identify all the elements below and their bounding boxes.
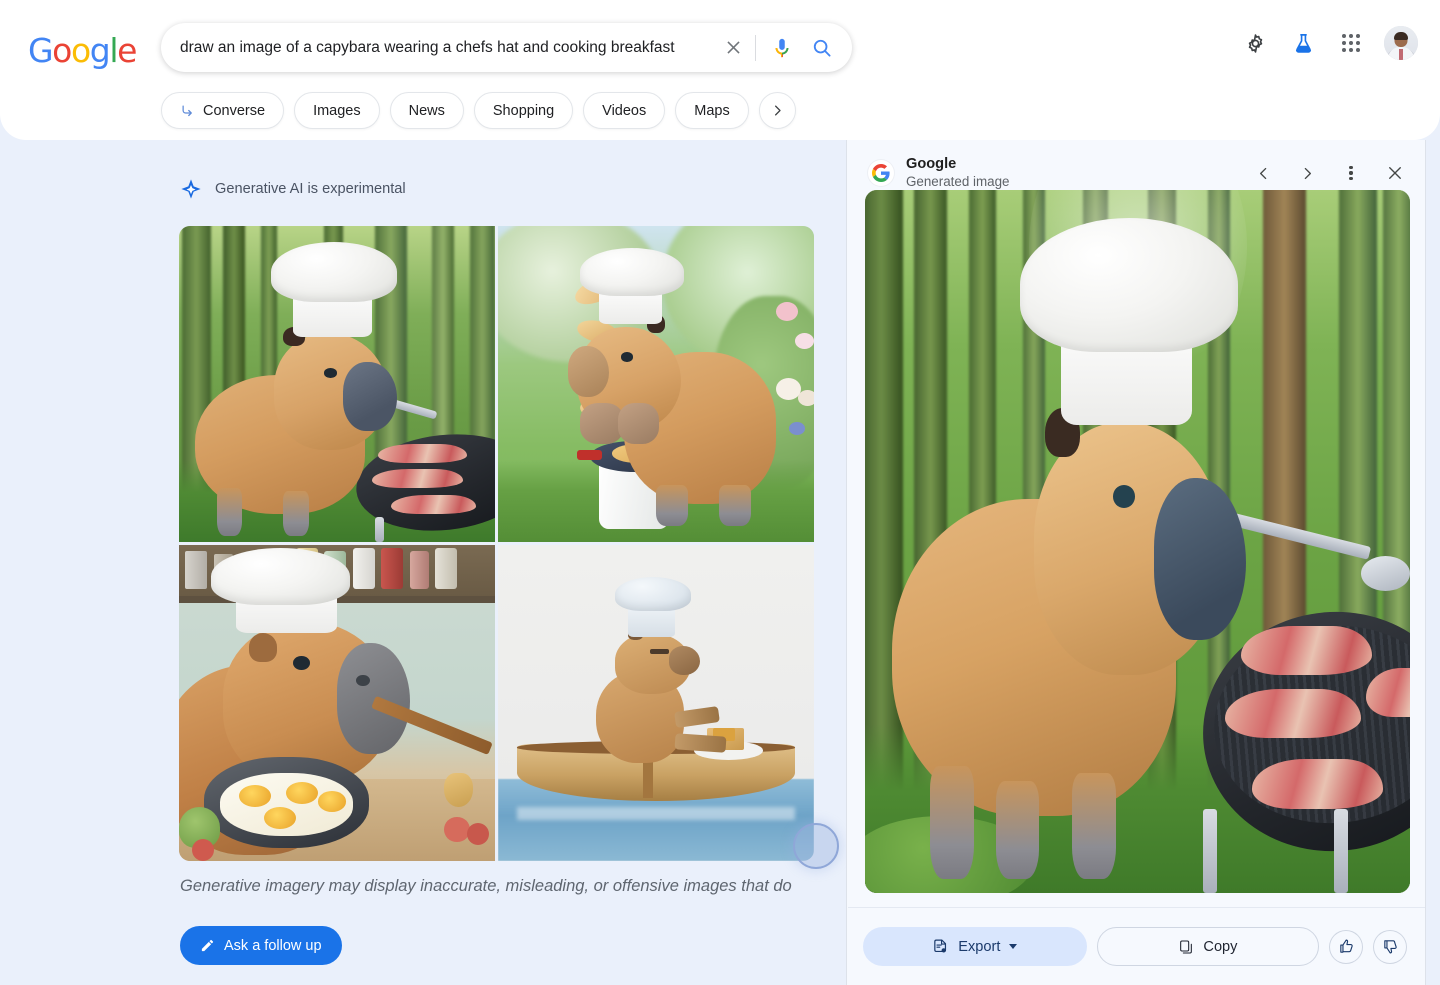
chip-label: News (408, 102, 445, 119)
chip-more-filters[interactable] (758, 92, 796, 129)
main-content: Generative AI is experimental Generative… (0, 140, 1440, 985)
thumbs-up-button[interactable] (1329, 929, 1364, 964)
microphone-icon (775, 38, 789, 57)
generative-ai-notice: Generative AI is experimental (180, 178, 406, 200)
mouse-cursor-highlight (793, 823, 839, 869)
converse-arrow-icon (182, 105, 192, 117)
thumb-1-scene (179, 226, 495, 542)
gear-icon (1248, 33, 1262, 53)
account-avatar[interactable] (1384, 26, 1418, 60)
logo-letter-e: e (117, 31, 137, 70)
generated-image-grid (179, 226, 814, 861)
chip-label: Converse (203, 102, 266, 119)
labs-button[interactable] (1288, 28, 1318, 58)
generative-disclaimer: Generative imagery may display inaccurat… (180, 877, 792, 895)
top-right-actions (1240, 26, 1418, 60)
panel-source-subtitle: Generated image (906, 174, 1010, 190)
chip-images[interactable]: Images (294, 92, 380, 129)
export-label: Export (958, 938, 1001, 955)
app-root: Google draw an image of a capybara weari… (0, 0, 1440, 985)
google-logo[interactable]: Google (28, 31, 137, 70)
chip-label: Videos (602, 102, 647, 119)
image-detail-column: Google Generated image Export Copy (847, 140, 1425, 985)
hero-generated-image[interactable] (865, 190, 1410, 893)
google-source-avatar (868, 160, 894, 186)
settings-button[interactable] (1240, 28, 1270, 58)
kebab-menu-icon (1349, 164, 1353, 182)
chip-label: Images (313, 102, 361, 119)
panel-source-text: Google Generated image (906, 155, 1009, 191)
chip-label: Shopping (492, 102, 555, 119)
export-button[interactable]: Export (863, 927, 1087, 966)
close-panel-button[interactable] (1383, 161, 1407, 185)
generated-image-thumb-4[interactable] (498, 545, 814, 861)
previous-image-button[interactable] (1251, 161, 1275, 185)
search-box[interactable] (161, 23, 852, 72)
thumb-2-scene (498, 226, 814, 542)
ask-follow-up-label: Ask a follow up (224, 937, 322, 954)
copy-icon (1180, 939, 1193, 954)
google-g-icon (872, 164, 890, 182)
chip-maps[interactable]: Maps (675, 92, 749, 129)
pencil-icon (201, 939, 214, 952)
search-icon (813, 39, 831, 57)
image-detail-panel: Google Generated image Export Copy (848, 140, 1425, 985)
avatar-hair (1394, 31, 1408, 40)
hero-scene (865, 190, 1410, 893)
results-column: Generative AI is experimental Generative… (0, 140, 846, 985)
panel-divider (846, 140, 847, 985)
thumbs-down-icon (1383, 940, 1397, 954)
sparkle-diamond-icon (181, 179, 201, 199)
copy-label: Copy (1203, 938, 1238, 955)
search-input[interactable] (161, 37, 713, 58)
flask-icon (1295, 33, 1311, 53)
ask-follow-up-button[interactable]: Ask a follow up (180, 926, 342, 965)
top-bar: Google draw an image of a capybara weari… (0, 0, 1440, 140)
generated-image-thumb-3[interactable] (179, 545, 495, 861)
generated-image-thumb-2[interactable] (498, 226, 814, 542)
logo-letter-o1: o (52, 31, 72, 70)
logo-letter-l: l (109, 31, 118, 70)
chevron-down-icon (1009, 944, 1018, 949)
apps-grid-icon (1342, 34, 1360, 52)
copy-button[interactable]: Copy (1096, 927, 1320, 966)
voice-search-button[interactable] (762, 26, 802, 70)
chip-videos[interactable]: Videos (583, 92, 666, 129)
google-apps-button[interactable] (1336, 28, 1366, 58)
thumb-4-scene (498, 545, 814, 861)
logo-letter-o2: o (70, 31, 91, 70)
chevron-right-icon (774, 105, 781, 116)
thumbs-down-button[interactable] (1373, 929, 1408, 964)
more-options-button[interactable] (1339, 161, 1363, 185)
chip-converse[interactable]: Converse (161, 92, 285, 129)
search-divider (755, 34, 756, 61)
chip-shopping[interactable]: Shopping (473, 92, 574, 129)
logo-letter-G: G (28, 31, 54, 70)
chevron-left-icon (1259, 167, 1266, 179)
generative-ai-label: Generative AI is experimental (215, 181, 406, 197)
chevron-right-icon (1304, 167, 1311, 179)
thumbs-up-icon (1339, 939, 1353, 953)
chip-news[interactable]: News (389, 92, 464, 129)
panel-header-actions (1251, 161, 1407, 185)
search-submit-button[interactable] (802, 26, 842, 70)
close-icon (1389, 167, 1401, 179)
filter-chips: Converse Images News Shopping Videos Map… (161, 92, 796, 129)
close-icon (726, 41, 740, 54)
panel-source-title: Google (906, 156, 957, 172)
logo-letter-g: g (89, 31, 111, 70)
export-document-icon (934, 939, 947, 953)
panel-footer-actions: Export Copy (848, 907, 1425, 985)
right-edge-divider (1425, 140, 1426, 985)
next-image-button[interactable] (1295, 161, 1319, 185)
chip-label: Maps (694, 102, 730, 119)
avatar-tie (1399, 49, 1403, 60)
generated-image-thumb-1[interactable] (179, 226, 495, 542)
thumb-3-scene (179, 545, 495, 861)
clear-search-button[interactable] (713, 26, 753, 70)
